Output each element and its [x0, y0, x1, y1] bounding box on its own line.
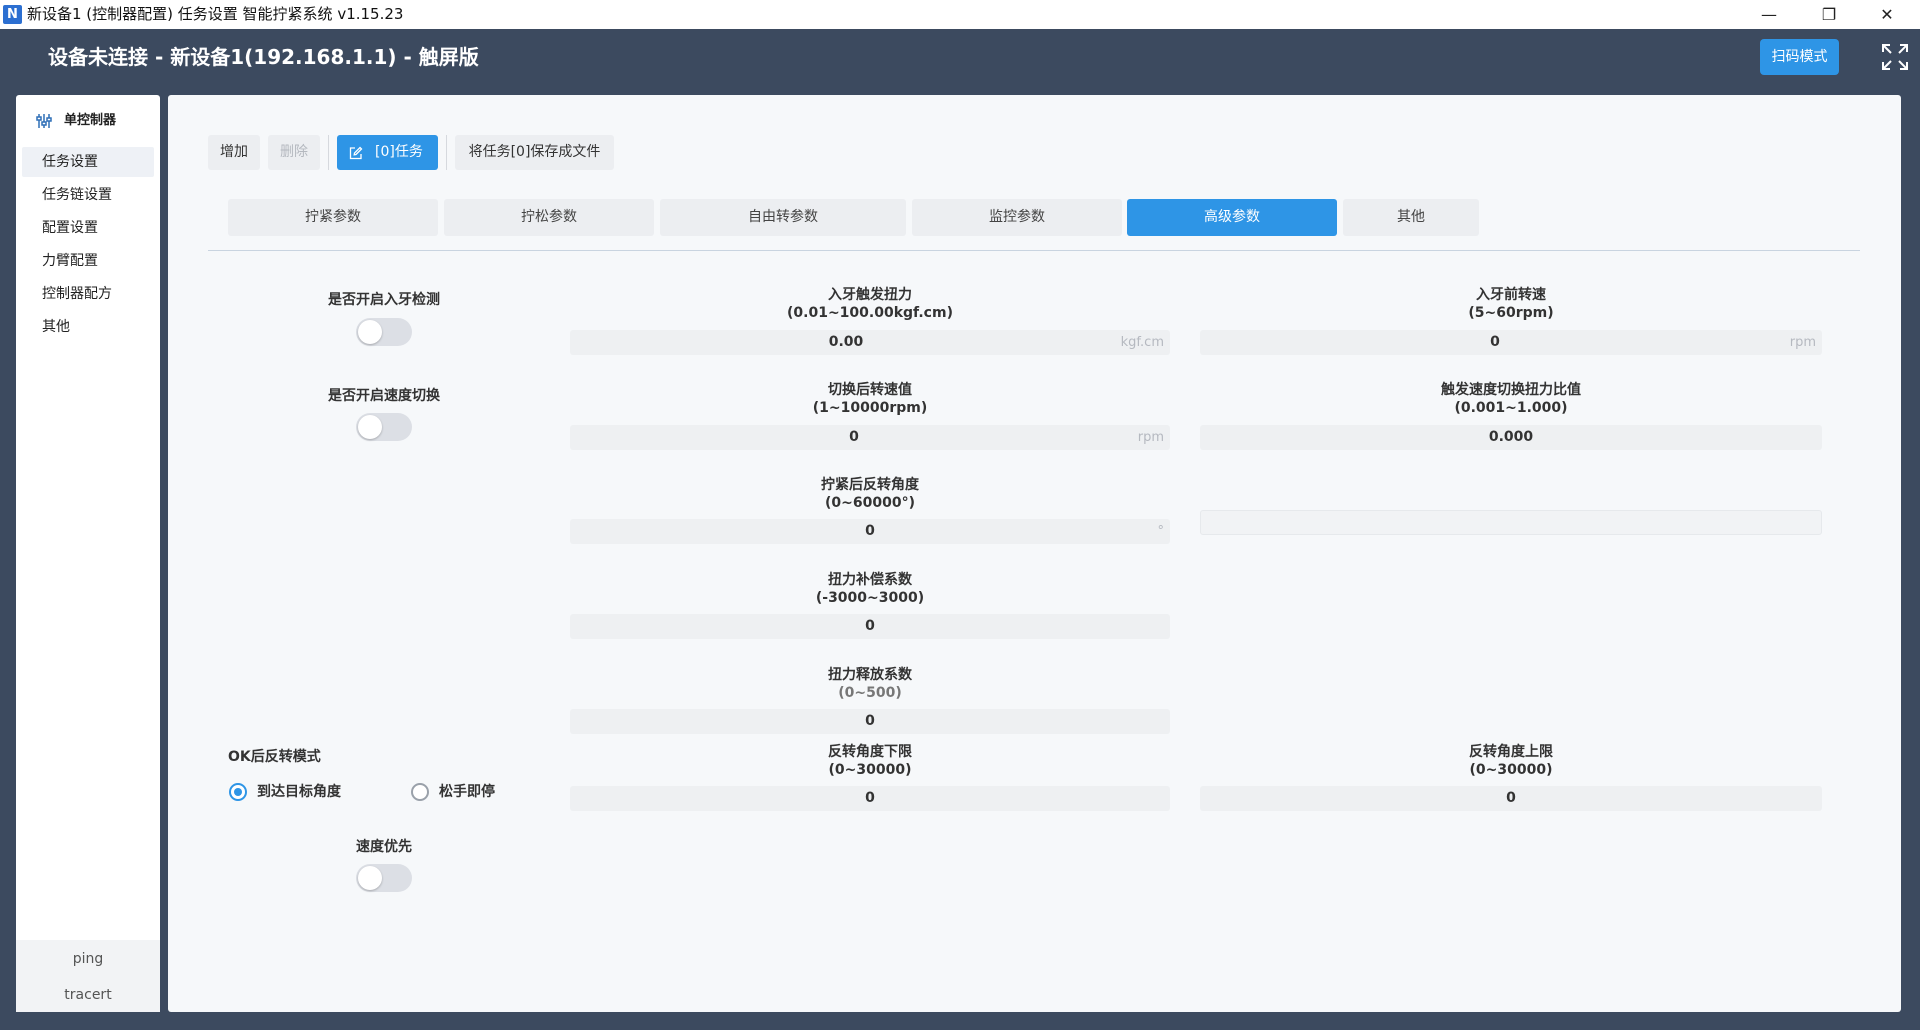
sliders-icon — [36, 113, 52, 129]
radio-target-angle-label: 到达目标角度 — [257, 784, 341, 800]
angle-upper-input[interactable]: 0 — [1200, 786, 1822, 811]
post-switch-speed-label: 切换后转速值 — [828, 382, 912, 398]
torque-comp-input[interactable]: 0 — [570, 614, 1170, 639]
tab-loosen-params[interactable]: 拧松参数 — [444, 199, 654, 236]
toggle-knob — [358, 320, 382, 344]
thread-torque-unit: kgf.cm — [1120, 335, 1164, 350]
pre-thread-speed-unit: rpm — [1789, 335, 1816, 350]
radio-target-angle[interactable] — [229, 783, 247, 801]
pre-thread-speed-value: 0 — [1490, 334, 1500, 350]
speed-priority-toggle[interactable] — [356, 864, 412, 892]
sidebar-item-other[interactable]: 其他 — [22, 312, 154, 342]
switch-torque-ratio-range: (0.001~1.000) — [1454, 400, 1568, 416]
sidebar-item-config[interactable]: 配置设置 — [22, 213, 154, 243]
pre-thread-speed-range: (5~60rpm) — [1468, 305, 1554, 321]
tab-free-spin-params[interactable]: 自由转参数 — [660, 199, 906, 236]
app-logo-icon: N — [3, 5, 22, 24]
angle-lower-input[interactable]: 0 — [570, 786, 1170, 811]
torque-comp-label: 扭力补偿系数 — [828, 572, 912, 588]
torque-release-range: (0~500) — [838, 685, 902, 701]
reverse-angle-input[interactable]: 0 ° — [570, 519, 1170, 544]
close-button[interactable]: ✕ — [1858, 0, 1916, 29]
post-switch-speed-range: (1~10000rpm) — [812, 400, 928, 416]
sidebar-item-arm-config[interactable]: 力臂配置 — [22, 246, 154, 276]
connection-status-title: 设备未连接 - 新设备1(192.168.1.1) - 触屏版 — [48, 45, 479, 69]
speed-switch-toggle[interactable] — [356, 413, 412, 441]
tab-divider — [208, 250, 1860, 251]
sidebar-item-task-settings[interactable]: 任务设置 — [22, 147, 154, 177]
reverse-angle-unit: ° — [1157, 524, 1165, 539]
angle-upper-label: 反转角度上限 — [1469, 744, 1553, 760]
switch-torque-ratio-input[interactable]: 0.000 — [1200, 425, 1822, 450]
reverse-angle-value: 0 — [865, 523, 875, 539]
radio-release-stop-label: 松手即停 — [439, 784, 495, 800]
minimize-button[interactable]: — — [1740, 0, 1798, 29]
speed-priority-label: 速度优先 — [356, 839, 412, 855]
edit-icon — [349, 146, 363, 160]
thread-detect-toggle[interactable] — [356, 318, 412, 346]
toggle-knob — [358, 866, 382, 890]
tab-advanced-params[interactable]: 高级参数 — [1127, 199, 1337, 236]
angle-lower-label: 反转角度下限 — [828, 744, 912, 760]
tab-monitor-params[interactable]: 监控参数 — [912, 199, 1122, 236]
tab-other[interactable]: 其他 — [1343, 199, 1479, 236]
radio-release-stop[interactable] — [411, 783, 429, 801]
sidebar-title: 单控制器 — [64, 113, 117, 128]
torque-release-label: 扭力释放系数 — [828, 667, 912, 683]
toolbar-separator — [328, 135, 329, 170]
reverse-angle-range: (0~60000°) — [825, 495, 915, 511]
save-task-file-button[interactable]: 将任务[0]保存成文件 — [455, 135, 614, 170]
speed-switch-label: 是否开启速度切换 — [328, 388, 440, 404]
toggle-knob — [358, 415, 382, 439]
ok-reverse-mode-label: OK后反转模式 — [228, 749, 321, 765]
task-button[interactable]: [0]任务 — [337, 135, 438, 170]
switch-torque-ratio-label: 触发速度切换扭力比值 — [1441, 382, 1581, 398]
sidebar-item-task-chain[interactable]: 任务链设置 — [22, 180, 154, 210]
tab-tighten-params[interactable]: 拧紧参数 — [228, 199, 438, 236]
add-button[interactable]: 增加 — [208, 135, 260, 170]
torque-release-input[interactable]: 0 — [570, 709, 1170, 734]
tracert-link[interactable]: tracert — [16, 980, 160, 1010]
empty-input[interactable] — [1200, 510, 1822, 535]
thread-detect-label: 是否开启入牙检测 — [328, 292, 440, 308]
thread-torque-range: (0.01~100.00kgf.cm) — [787, 305, 953, 321]
pre-thread-speed-input[interactable]: 0 rpm — [1200, 330, 1822, 355]
post-switch-speed-value: 0 — [849, 429, 859, 445]
post-switch-speed-input[interactable]: 0 rpm — [570, 425, 1170, 450]
pre-thread-speed-label: 入牙前转速 — [1476, 287, 1546, 303]
angle-lower-range: (0~30000) — [828, 762, 912, 778]
post-switch-speed-unit: rpm — [1137, 430, 1164, 445]
delete-button[interactable]: 删除 — [268, 135, 320, 170]
scan-mode-button[interactable]: 扫码模式 — [1760, 39, 1839, 75]
thread-torque-value: 0.00 — [828, 334, 864, 350]
thread-torque-input[interactable]: 0.00 kgf.cm — [570, 330, 1170, 355]
angle-upper-range: (0~30000) — [1469, 762, 1553, 778]
maximize-button[interactable]: ❐ — [1800, 0, 1858, 29]
thread-torque-label: 入牙触发扭力 — [828, 287, 912, 303]
ping-link[interactable]: ping — [16, 944, 160, 974]
torque-comp-range: (-3000~3000) — [815, 590, 925, 606]
task-button-label: [0]任务 — [375, 144, 423, 160]
toolbar-separator — [446, 135, 447, 170]
sidebar-item-controller-recipe[interactable]: 控制器配方 — [22, 279, 154, 309]
fullscreen-icon[interactable] — [1880, 42, 1910, 72]
window-title: 新设备1 (控制器配置) 任务设置 智能拧紧系统 v1.15.23 — [27, 5, 404, 23]
reverse-angle-label: 拧紧后反转角度 — [821, 477, 919, 493]
